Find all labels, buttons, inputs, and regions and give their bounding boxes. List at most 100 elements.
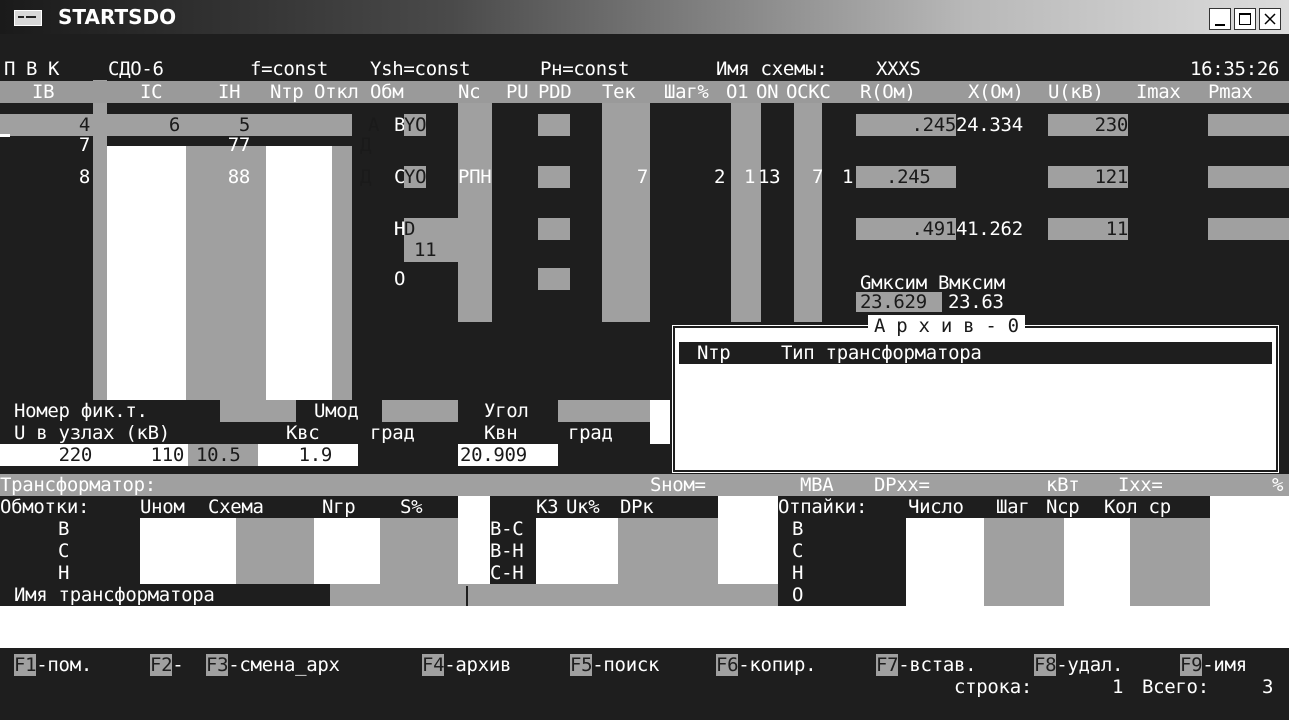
schema-label: Схема	[208, 496, 264, 518]
row3-otkl[interactable]: Д	[360, 166, 371, 188]
dpxx-label: DPxx=	[874, 474, 930, 496]
col-bg	[602, 102, 650, 322]
row-value: 1	[1112, 676, 1124, 698]
kolcp-col[interactable]	[1130, 518, 1210, 606]
fkey-f4[interactable]: F4-архив	[422, 654, 511, 676]
header-imax: Imax	[1136, 81, 1181, 103]
trans-name-input[interactable]	[330, 584, 778, 606]
app-icon	[14, 10, 42, 26]
row4-r[interactable]: .491	[886, 218, 956, 240]
row1-u[interactable]: 230	[1060, 114, 1129, 136]
header-pdd: PDD	[538, 81, 572, 103]
nomer-field[interactable]	[220, 400, 296, 422]
row1-ih[interactable]: 5	[200, 114, 250, 136]
fkey-f3-label: -смена_арх	[228, 654, 340, 676]
row3-r[interactable]: .245	[886, 166, 931, 188]
fkey-f5[interactable]: F5-поиск	[570, 654, 659, 676]
ngr-col[interactable]	[314, 518, 380, 584]
row2-ib[interactable]: 7	[40, 134, 90, 156]
dpk-col[interactable]	[618, 518, 718, 584]
trans-name-label: Имя трансформатора	[14, 584, 215, 606]
status-ph: Рн=const	[540, 58, 630, 80]
row3-ockc2[interactable]: 1	[842, 166, 853, 188]
row2-otkl[interactable]: Д	[360, 134, 371, 156]
header-nc: Nc	[458, 81, 481, 103]
fkey-f7[interactable]: F7-встав.	[876, 654, 977, 676]
ncp-col[interactable]	[1064, 518, 1130, 606]
header-ih: IН	[218, 81, 241, 103]
fkey-f3[interactable]: F3-смена_арх	[206, 654, 340, 676]
mva-label: МВА	[800, 474, 834, 496]
ugol-field[interactable]	[558, 400, 650, 422]
row3-nc[interactable]: РПН	[458, 166, 492, 188]
row4-u[interactable]: 11	[1060, 218, 1129, 240]
fkey-f4-key: F4	[422, 654, 445, 676]
fkey-f9-label: -имя	[1202, 654, 1247, 676]
fkey-f9[interactable]: F9-имя	[1180, 654, 1247, 676]
fkey-f1[interactable]: F1-пом.	[14, 654, 92, 676]
nomer-label: Номер фик.т.	[14, 400, 148, 422]
fkey-f1-label: -пом.	[36, 654, 92, 676]
archive-dialog[interactable]: Nтр Тип трансформатора	[670, 323, 1281, 475]
row1-ib[interactable]: 4	[40, 114, 90, 136]
row3-ib[interactable]: 8	[40, 166, 90, 188]
right-blank	[1210, 496, 1289, 606]
row3-u[interactable]: 121	[1060, 166, 1129, 188]
kvs-value: 1.9	[298, 444, 333, 466]
fkey-f5-key: F5	[570, 654, 593, 676]
header-o1: O1	[726, 81, 749, 103]
row3-o1[interactable]: 1	[744, 166, 755, 188]
header-x: X(Ом)	[968, 81, 1024, 103]
unom-col[interactable]	[140, 518, 236, 584]
ugol-label: Угол	[484, 400, 529, 422]
col-bg	[538, 166, 570, 188]
g-max-value: 23.629	[860, 291, 927, 313]
ngr-label: Nгр	[322, 496, 356, 518]
umod-field[interactable]	[382, 400, 458, 422]
tap-row-v: В	[792, 518, 804, 540]
fkey-f8[interactable]: F8-удал.	[1034, 654, 1123, 676]
fkey-f6[interactable]: F6-копир.	[716, 654, 817, 676]
kz-row-ch: С-Н	[490, 562, 524, 584]
title-bar: STARTSDO	[0, 0, 1289, 34]
shag-col[interactable]	[984, 518, 1064, 606]
row3-shag[interactable]: 2	[714, 166, 725, 188]
close-button[interactable]	[1259, 8, 1281, 30]
row-label: строка:	[954, 676, 1032, 698]
row4-x[interactable]: 41.262	[956, 218, 1023, 240]
row3-y[interactable]: YO	[404, 166, 427, 188]
status-ysh: Ysh=const	[370, 58, 471, 80]
uk-col[interactable]	[536, 518, 618, 584]
row1-r[interactable]: .245	[886, 114, 956, 136]
fkey-f3-key: F3	[206, 654, 229, 676]
fkey-f2[interactable]: F2-	[150, 654, 184, 676]
row5-obm[interactable]: O	[394, 268, 405, 290]
fkey-f2-key: F2	[150, 654, 173, 676]
schema-col[interactable]	[236, 518, 314, 584]
trans-bar	[0, 474, 1289, 496]
kz-label: КЗ	[536, 496, 559, 518]
tap-row-c: С	[792, 540, 804, 562]
chislo-col[interactable]	[906, 518, 984, 606]
row3-ockc[interactable]: 7	[812, 166, 823, 188]
row3-ih[interactable]: 88	[200, 166, 251, 188]
row3-on[interactable]: 13	[758, 166, 781, 188]
unom-label: Uном	[140, 496, 185, 518]
shom-label: Sном=	[650, 474, 706, 496]
row1-y[interactable]: YO	[404, 114, 427, 136]
u2-value: 110	[150, 444, 185, 466]
close-icon	[1264, 13, 1276, 25]
col-bg	[107, 146, 186, 400]
cursor-mark	[0, 134, 10, 137]
col-bg	[1208, 114, 1289, 136]
row1-ic[interactable]: 6	[130, 114, 180, 136]
minimize-button[interactable]	[1209, 8, 1231, 30]
row3-tek[interactable]: 7	[610, 166, 648, 188]
row2-ih[interactable]: 77	[200, 134, 251, 156]
obmotki-label: Обмотки:	[0, 496, 90, 518]
row1-otkl[interactable]: A	[368, 114, 379, 136]
row1-x[interactable]: 24.334	[956, 114, 1023, 136]
maximize-button[interactable]	[1234, 8, 1256, 30]
shom-field[interactable]	[710, 474, 774, 496]
winding-h: Н	[58, 562, 70, 584]
